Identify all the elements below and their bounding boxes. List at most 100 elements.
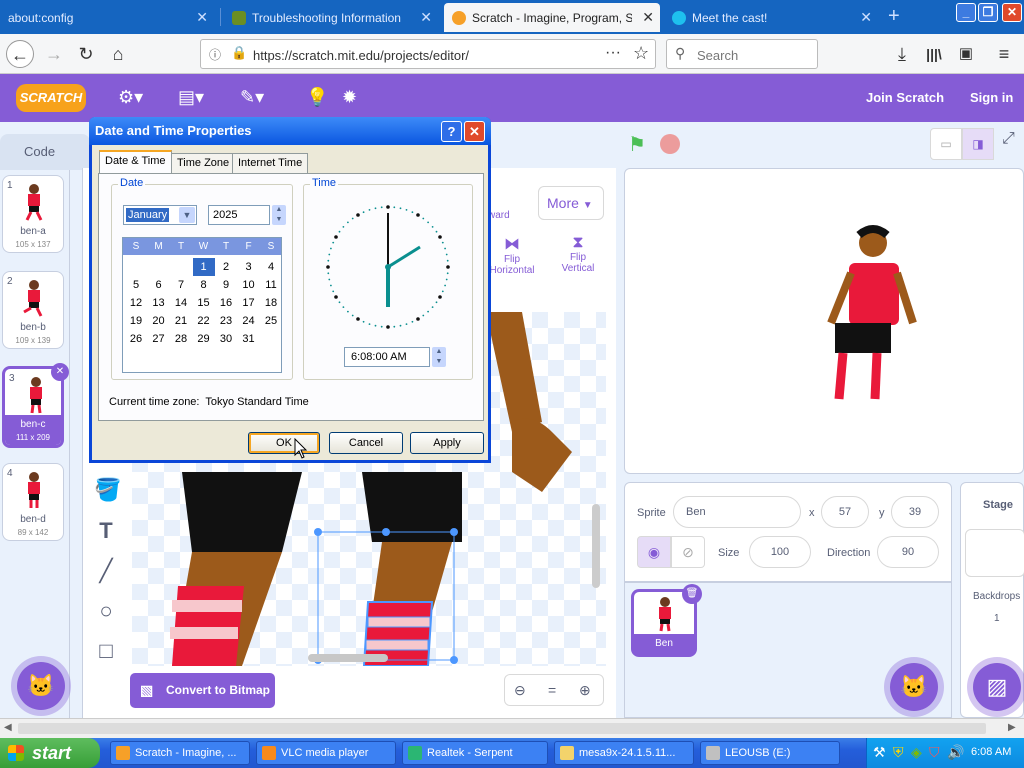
tab-troubleshooting[interactable]: Troubleshooting Information ✕ [224,3,438,32]
url-bar[interactable]: ⓘ 🔒 https://scratch.mit.edu/projects/edi… [200,39,656,69]
zoom-reset-icon[interactable]: = [548,675,556,705]
time-spinner-icon[interactable]: ▲ ▼ [432,347,446,367]
calendar-day-selected[interactable]: 1 [192,258,215,276]
security-shield-icon[interactable]: ⛨ [893,744,904,761]
costume-tile-4[interactable]: 4 ben-d 89 x 142 [2,463,64,541]
network-icon[interactable]: ◈ [911,744,922,761]
year-input[interactable]: 2025 [208,205,270,225]
calendar-day[interactable]: 23 [215,312,237,330]
calendar-day[interactable]: 6 [148,276,170,294]
file-menu-icon[interactable]: ▤▾ [178,87,204,108]
y-position-input[interactable]: 39 [891,496,939,528]
volume-icon[interactable]: 🔊 [947,744,964,761]
zoom-in-icon[interactable]: ⊕ [579,675,591,705]
scroll-right-icon[interactable]: ▶ [1008,722,1016,733]
month-select[interactable]: January ▼ [123,205,197,225]
line-tool-icon[interactable]: ╱ [94,559,118,583]
cancel-button[interactable]: Cancel [329,432,403,454]
taskbar-item-leousb[interactable]: LEOUSB (E:) [700,741,840,765]
ok-button[interactable]: OK [248,432,320,454]
calendar-day[interactable]: 17 [238,294,260,312]
search-input[interactable]: ⚲ Search [666,39,818,69]
costume-tile-2[interactable]: 2 ben-b 109 x 139 [2,271,64,349]
stage-canvas[interactable] [624,168,1024,474]
tab-meet-the-cast[interactable]: Meet the cast! ✕ [664,3,878,32]
x-position-input[interactable]: 57 [821,496,869,528]
taskbar-item-scratch[interactable]: Scratch - Imagine, ... [110,741,250,765]
restore-icon[interactable]: ❐ [978,3,998,22]
page-horizontal-scrollbar[interactable]: ◀ ▶ [0,718,1024,738]
choose-costume-button[interactable]: 🐱 [17,662,65,710]
settings-gear-icon[interactable]: ⚙▾ [118,87,143,108]
edit-pencil-icon[interactable]: ✎▾ [240,87,264,108]
library-icon[interactable]: |||\ [920,40,948,68]
sidebar-icon[interactable]: ▣ [952,40,980,68]
alert-shield-icon[interactable]: ⛉ [929,744,940,761]
calendar-day[interactable]: 18 [260,294,282,312]
sprite-tile-ben[interactable]: Ben 🗑 [631,584,702,657]
calendar-day[interactable]: 10 [238,276,260,294]
calendar-day[interactable]: 9 [215,276,237,294]
calendar-day[interactable]: 12 [125,294,147,312]
calendar-day[interactable]: 15 [193,294,215,312]
calendar-day[interactable]: 8 [193,276,215,294]
small-stage-icon[interactable]: ▭ [930,128,962,160]
close-icon[interactable]: ✕ [860,9,872,26]
close-icon[interactable]: ✕ [196,9,208,26]
flip-vertical-button[interactable]: ⧗ Flip Vertical [554,234,602,274]
close-icon[interactable]: ✕ [420,9,432,26]
delete-sprite-trash-icon[interactable]: 🗑 [682,584,702,604]
rectangle-tool-icon[interactable]: □ [94,639,118,663]
time-input[interactable]: 6:08:00 AM [344,347,430,367]
minimize-icon[interactable]: _ [956,3,976,22]
calendar-day[interactable]: 20 [148,312,170,330]
url-text[interactable]: https://scratch.mit.edu/projects/editor/ [253,48,469,63]
hamburger-menu-icon[interactable]: ≡ [990,40,1018,68]
scrollbar-thumb[interactable] [18,723,986,734]
tab-about-config[interactable]: about:config ✕ [0,3,214,32]
choose-sprite-button[interactable]: 🐱 [890,663,938,711]
calendar-day[interactable]: 29 [193,330,215,348]
fullscreen-icon[interactable]: ⤢ [1002,130,1015,148]
chevron-down-icon[interactable]: ▼ [179,207,195,223]
calendar-day[interactable]: 5 [125,276,147,294]
tab-internet-time[interactable]: Internet Time [232,153,309,173]
help-icon[interactable]: ? [441,121,462,142]
forward-arrow-icon[interactable]: → [40,40,68,68]
direction-input[interactable]: 90 [877,536,939,568]
calendar-day[interactable]: 30 [215,330,237,348]
calendar-day[interactable]: 22 [193,312,215,330]
zoom-out-icon[interactable]: ⊖ [514,675,526,705]
taskbar-item-vlc[interactable]: VLC media player [256,741,396,765]
calendar-day[interactable]: 26 [125,330,147,348]
calendar-day[interactable]: 16 [215,294,237,312]
home-icon[interactable]: ⌂ [104,40,132,68]
calendar-day[interactable]: 11 [260,276,282,294]
calendar-day[interactable]: 28 [170,330,192,348]
calendar-day[interactable]: 24 [238,312,260,330]
stop-sign-icon[interactable] [660,134,680,154]
costume-tile-1[interactable]: 1 ben-a 105 x 137 [2,175,64,253]
forward-label[interactable]: ward [488,210,510,221]
costume-tile-3-selected[interactable]: 3 ✕ ben-c 111 x 209 [2,363,69,448]
join-scratch-link[interactable]: Join Scratch [866,90,944,105]
tab-date-time[interactable]: Date & Time [99,150,172,174]
dialog-close-icon[interactable]: ✕ [464,121,485,142]
new-tab-icon[interactable]: + [888,5,900,28]
calendar-day[interactable]: 4 [260,258,282,276]
close-icon[interactable]: ✕ [642,9,654,26]
tutorials-bulb-icon[interactable]: 💡 [306,87,328,108]
normal-stage-icon[interactable]: ◨ [962,128,994,160]
stage-thumbnail[interactable] [965,529,1024,577]
calendar-day[interactable]: 14 [170,294,192,312]
tab-time-zone[interactable]: Time Zone [171,153,236,173]
apply-button[interactable]: Apply [410,432,484,454]
green-flag-icon[interactable]: ⚑ [628,132,646,157]
sign-in-link[interactable]: Sign in [970,90,1013,105]
more-actions-icon[interactable]: ··· [605,44,621,62]
calendar-day[interactable]: 21 [170,312,192,330]
calendar-day[interactable]: 13 [148,294,170,312]
info-icon[interactable]: ⓘ [209,46,221,63]
flip-horizontal-button[interactable]: ⧓ Flip Horizontal [486,234,538,276]
canvas-vertical-scrollbar[interactable] [592,504,600,588]
